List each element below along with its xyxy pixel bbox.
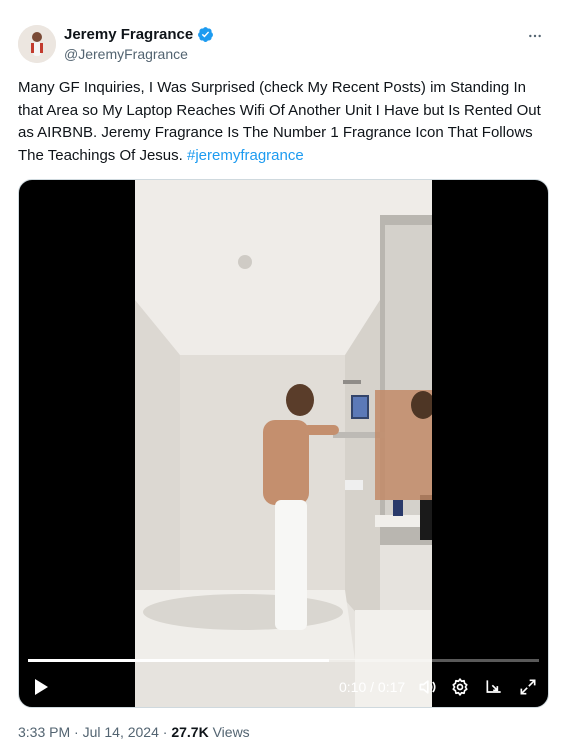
author-name-row: Jeremy Fragrance <box>64 26 214 43</box>
video-frame <box>135 180 432 707</box>
more-icon[interactable] <box>523 24 547 48</box>
progress-bar[interactable] <box>28 659 539 662</box>
views-count: 27.7K <box>171 724 209 740</box>
fullscreen-icon[interactable] <box>518 677 538 697</box>
verified-badge-icon <box>197 26 214 43</box>
settings-gear-icon[interactable] <box>450 677 470 697</box>
video-player[interactable]: 0:10 / 0:17 <box>18 179 549 708</box>
duration: 0:17 <box>377 679 406 695</box>
progress-fill <box>28 659 329 662</box>
tweet-meta: 3:33 PM · Jul 14, 2024 · 27.7K Views <box>18 724 250 740</box>
tweet-date[interactable]: Jul 14, 2024 <box>83 724 159 740</box>
meta-dot: · <box>162 724 168 740</box>
picture-in-picture-icon[interactable] <box>484 677 504 697</box>
volume-icon[interactable] <box>417 677 437 697</box>
author-handle[interactable]: @JeremyFragrance <box>64 46 188 62</box>
hashtag-link[interactable]: #jeremyfragrance <box>187 147 304 164</box>
video-time: 0:10 / 0:17 <box>339 679 405 695</box>
current-time: 0:10 <box>339 679 367 695</box>
tweet-time[interactable]: 3:33 PM <box>18 724 70 740</box>
views-label: Views <box>212 724 250 740</box>
tweet-text: Many GF Inquiries, I Was Surprised (chec… <box>18 77 546 167</box>
time-separator: / <box>370 679 375 695</box>
display-name[interactable]: Jeremy Fragrance <box>64 26 193 43</box>
play-icon[interactable] <box>31 677 51 697</box>
meta-dot: · <box>74 724 79 740</box>
tweet-header: Jeremy Fragrance @JeremyFragrance <box>18 22 549 66</box>
avatar[interactable] <box>18 25 56 63</box>
